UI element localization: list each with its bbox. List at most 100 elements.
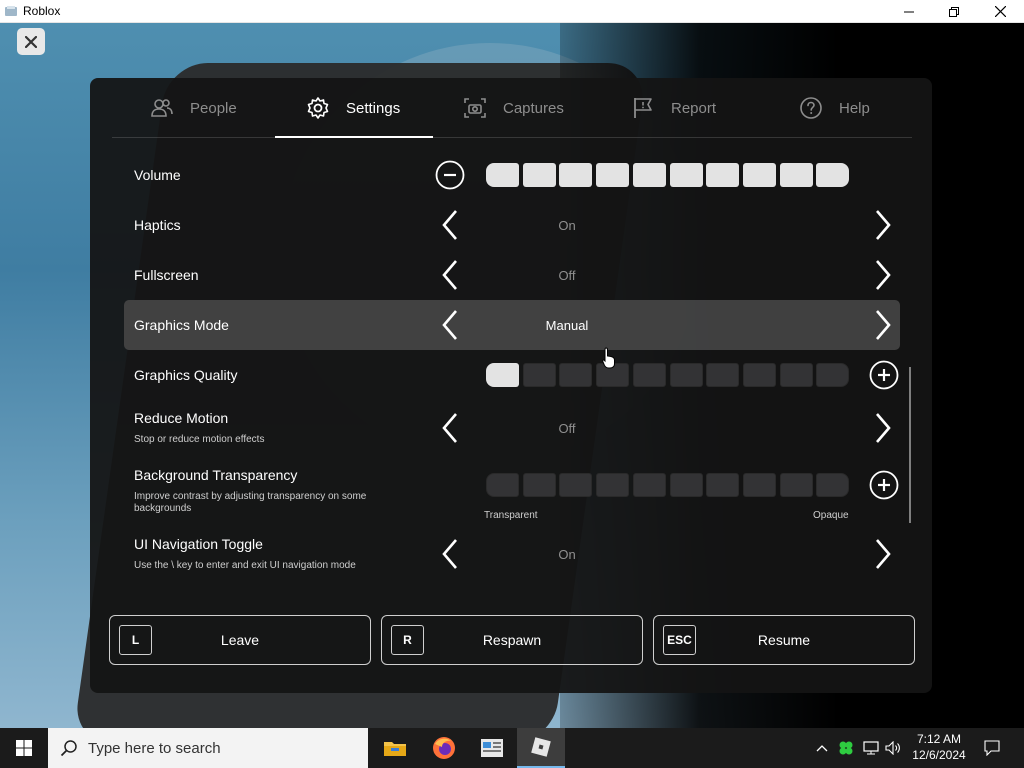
tray-overflow-button[interactable] <box>812 728 832 768</box>
slider-segment[interactable] <box>779 363 813 387</box>
slider-segment[interactable] <box>486 163 519 187</box>
window-title: Roblox <box>23 4 61 18</box>
slider-segment[interactable] <box>706 473 740 497</box>
setting-row-background-transparency: Background Transparency Improve contrast… <box>124 460 900 524</box>
settings-scrollbar[interactable] <box>909 367 911 523</box>
close-menu-button[interactable] <box>17 28 45 55</box>
minimize-button[interactable] <box>886 0 932 23</box>
resume-button[interactable]: ESC Resume <box>653 615 915 665</box>
network-icon <box>863 741 879 755</box>
start-button[interactable] <box>0 728 48 768</box>
slider-segment[interactable] <box>742 473 776 497</box>
volume-decrease-button[interactable] <box>435 160 465 190</box>
active-tab-indicator <box>275 136 433 138</box>
setting-row-graphics-mode[interactable]: Graphics Mode Manual <box>124 300 900 350</box>
speaker-icon <box>885 741 900 755</box>
transparency-min-caption: Transparent <box>484 510 538 521</box>
slider-segment[interactable] <box>669 473 703 497</box>
slider-segment[interactable] <box>669 363 703 387</box>
close-window-button[interactable] <box>977 0 1023 23</box>
slider-segment[interactable] <box>559 473 593 497</box>
taskbar-app-firefox[interactable] <box>420 728 468 768</box>
taskbar-app-file-explorer[interactable] <box>371 728 419 768</box>
people-icon <box>151 99 173 117</box>
slider-segment[interactable] <box>816 473 850 497</box>
graphics-mode-next-button[interactable] <box>871 308 895 342</box>
network-button[interactable] <box>860 728 882 768</box>
tab-help[interactable]: Help <box>799 78 870 138</box>
close-icon <box>994 6 1006 17</box>
roblox-app-icon <box>531 737 551 757</box>
slider-segment[interactable] <box>522 163 556 187</box>
graphics-mode-value: Manual <box>545 318 589 333</box>
slider-segment[interactable] <box>486 363 519 387</box>
slider-segment[interactable] <box>596 163 630 187</box>
transparency-max-caption: Opaque <box>813 510 849 521</box>
slider-segment[interactable] <box>559 163 593 187</box>
setting-label: Reduce Motion <box>134 410 229 426</box>
setting-label: Haptics <box>134 217 181 233</box>
respawn-button[interactable]: R Respawn <box>381 615 643 665</box>
restore-icon <box>949 6 959 17</box>
hand-cursor-icon <box>602 347 615 369</box>
tab-captures[interactable]: Captures <box>463 78 564 138</box>
taskbar-app-roblox[interactable] <box>517 728 565 768</box>
slider-segment[interactable] <box>522 363 556 387</box>
slider-segment[interactable] <box>486 473 519 497</box>
slider-segment[interactable] <box>522 473 556 497</box>
slider-segment[interactable] <box>706 363 740 387</box>
haptics-next-button[interactable] <box>871 208 895 242</box>
camera-icon <box>464 98 486 118</box>
reduce-motion-value: Off <box>558 421 576 436</box>
background-transparency-increase-button[interactable] <box>869 470 899 500</box>
slider-segment[interactable] <box>632 473 666 497</box>
search-input[interactable] <box>88 739 338 757</box>
reduce-motion-next-button[interactable] <box>871 411 895 445</box>
minimize-icon <box>904 11 914 12</box>
slider-segment[interactable] <box>632 163 666 187</box>
roblox-window-icon <box>5 6 17 16</box>
news-app-icon <box>481 739 503 757</box>
slider-segment[interactable] <box>742 363 776 387</box>
chevron-right-icon <box>876 210 891 240</box>
slider-segment[interactable] <box>596 473 630 497</box>
ui-navigation-next-button[interactable] <box>871 537 895 571</box>
slider-segment[interactable] <box>779 163 813 187</box>
notifications-button[interactable] <box>978 728 1006 768</box>
windows-taskbar: 7:12 AM 12/6/2024 <box>0 728 1024 768</box>
clock-date: 12/6/2024 <box>912 748 966 762</box>
volume-slider[interactable] <box>486 163 850 187</box>
graphics-quality-increase-button[interactable] <box>869 360 899 390</box>
graphics-quality-slider[interactable] <box>486 363 850 387</box>
button-label: Resume <box>757 632 811 648</box>
slider-segment[interactable] <box>816 363 850 387</box>
slider-segment[interactable] <box>669 163 703 187</box>
firefox-icon <box>433 737 455 759</box>
taskbar-app-news[interactable] <box>468 728 516 768</box>
button-label: Respawn <box>482 632 542 648</box>
slider-segment[interactable] <box>779 473 813 497</box>
background-transparency-slider[interactable] <box>486 473 850 497</box>
tab-label: Captures <box>503 99 564 117</box>
tray-app-button[interactable] <box>836 728 856 768</box>
tab-people[interactable]: People <box>150 78 237 138</box>
slider-segment[interactable] <box>632 363 666 387</box>
close-icon <box>25 35 37 48</box>
taskbar-search[interactable] <box>48 728 368 768</box>
slider-segment[interactable] <box>816 163 850 187</box>
fullscreen-next-button[interactable] <box>871 258 895 292</box>
taskbar-clock[interactable]: 7:12 AM 12/6/2024 <box>904 731 974 763</box>
setting-label: Background Transparency <box>134 467 298 483</box>
tab-settings[interactable]: Settings <box>306 78 400 138</box>
setting-row-fullscreen: Fullscreen Off <box>124 250 900 300</box>
setting-description: Improve contrast by adjusting transparen… <box>134 491 367 514</box>
restore-button[interactable] <box>931 0 977 23</box>
leave-button[interactable]: L Leave <box>109 615 371 665</box>
slider-segment[interactable] <box>742 163 776 187</box>
slider-segment[interactable] <box>559 363 593 387</box>
setting-label: UI Navigation Toggle <box>134 536 263 552</box>
tab-label: Report <box>671 99 717 117</box>
tab-report[interactable]: Report <box>631 78 716 138</box>
volume-button[interactable] <box>883 728 903 768</box>
slider-segment[interactable] <box>706 163 740 187</box>
